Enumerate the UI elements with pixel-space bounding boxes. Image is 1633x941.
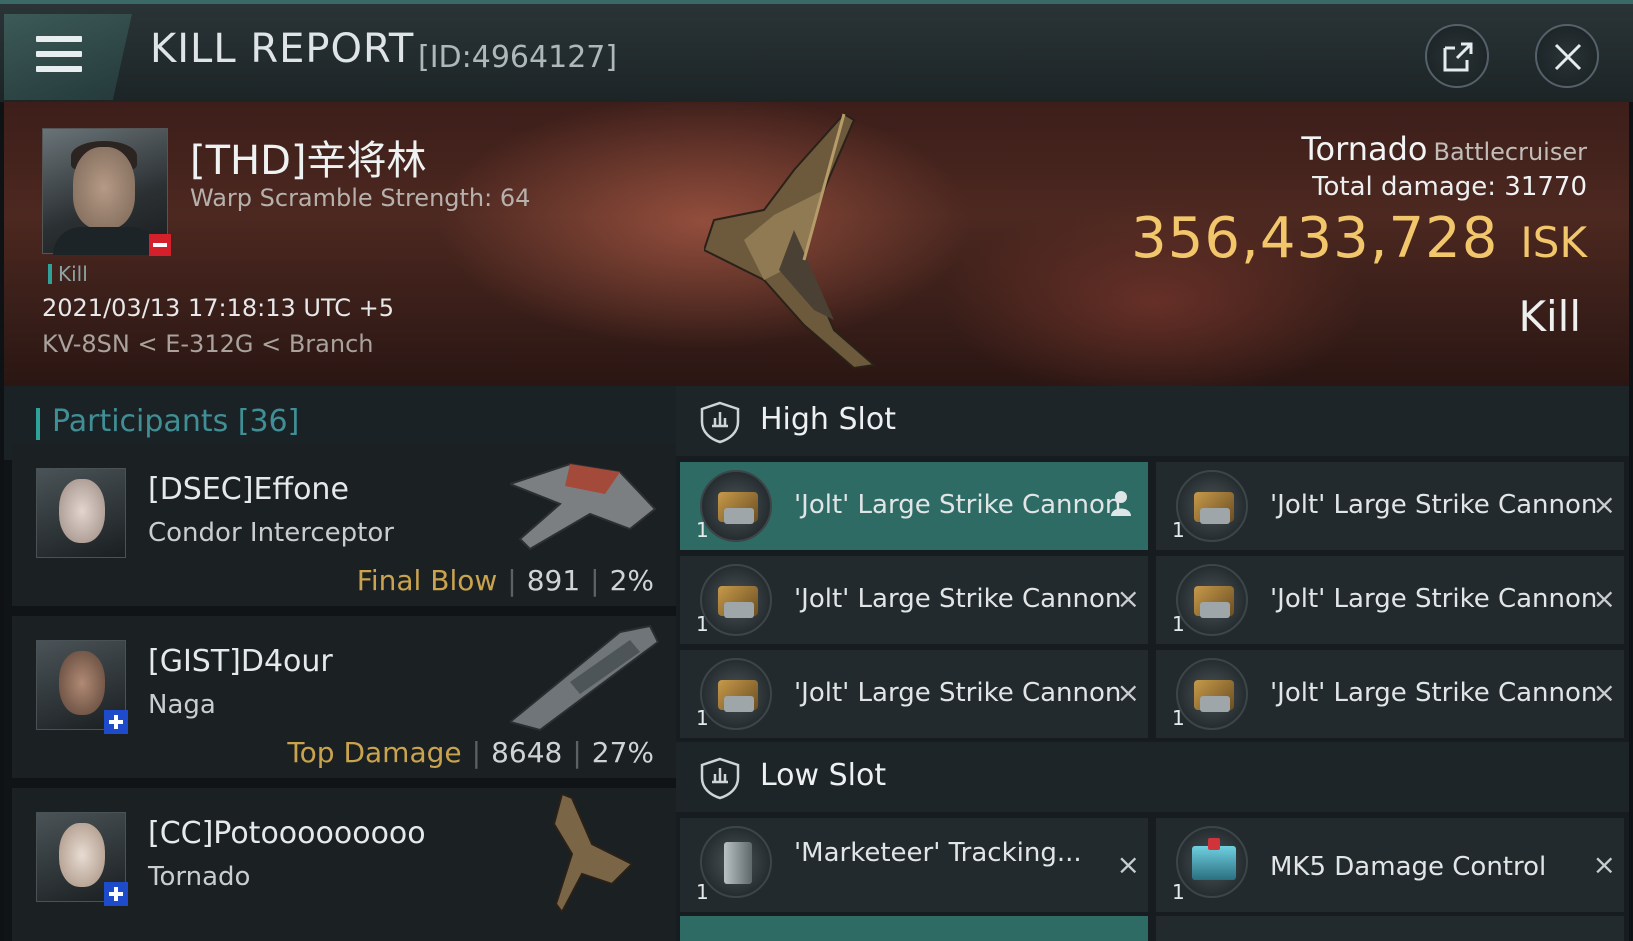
participant-row[interactable]: [CC]Potooooooooo Tornado: [12, 788, 676, 941]
menu-button[interactable]: [4, 14, 132, 100]
participant-damage: 8648: [491, 736, 563, 769]
participant-name[interactable]: [CC]Potooooooooo: [148, 816, 426, 851]
module-item[interactable]: 1 'Jolt' Large Strike Cannon ×: [680, 650, 1148, 738]
shield-slot-icon: [700, 757, 740, 800]
final-blow-tag: Final Blow: [356, 564, 498, 597]
share-button[interactable]: [1425, 24, 1489, 88]
module-quantity: 1: [1172, 612, 1185, 636]
friendly-standing-icon: [104, 710, 128, 734]
module-item[interactable]: 1 'Marketeer' Tracking... ×: [680, 818, 1148, 912]
module-quantity: 1: [1172, 880, 1185, 904]
participant-damage-percent: 2%: [609, 564, 654, 597]
module-name: 'Jolt' Large Strike Cannon: [794, 678, 1122, 708]
kill-timestamp: 2021/03/13 17:18:13 UTC +5: [42, 294, 394, 322]
destroyed-icon: ×: [1116, 676, 1140, 709]
destroyed-icon: ×: [1592, 676, 1616, 709]
module-quantity: 1: [696, 518, 709, 542]
module-quantity: 1: [696, 612, 709, 636]
module-item[interactable]: 1 'Jolt' Large Strike Cannon ×: [1156, 556, 1624, 644]
large-strike-cannon-icon: [700, 470, 772, 542]
report-id: [ID:4964127]: [418, 40, 618, 75]
close-button[interactable]: [1535, 24, 1599, 88]
total-damage-value: 31770: [1504, 172, 1587, 202]
module-name: 'Marketeer' Tracking...: [794, 838, 1082, 868]
participant-row[interactable]: [DSEC]Effone Condor Interceptor Final Bl…: [12, 444, 676, 606]
module-name: 'Jolt' Large Strike Cannon: [1270, 678, 1598, 708]
destroyed-icon: ×: [1592, 848, 1616, 881]
participant-ship: Naga: [148, 690, 216, 720]
participant-ship: Tornado: [148, 862, 251, 892]
isk-unit: ISK: [1520, 218, 1587, 267]
participant-damage: 891: [526, 564, 581, 597]
module-item[interactable]: 1 MK5 Damage Control ×: [1156, 818, 1624, 912]
module-quantity: 1: [1172, 518, 1185, 542]
module-item[interactable]: 1 'Jolt' Large Strike Cannon ×: [680, 556, 1148, 644]
victim-ship-class: Battlecruiser: [1433, 138, 1587, 166]
shield-slot-icon: [700, 401, 740, 444]
module-quantity: 1: [696, 880, 709, 904]
module-quantity: 1: [1172, 706, 1185, 730]
victim-ship-image: [704, 112, 877, 370]
destroyed-icon: ×: [1592, 582, 1616, 615]
person-icon: [1111, 491, 1131, 516]
large-strike-cannon-icon: [700, 564, 772, 636]
participant-row[interactable]: [GIST]D4our Naga Top Damage | 8648 | 27%: [12, 616, 676, 778]
title-bar: KILL REPORT [ID:4964127]: [0, 0, 1633, 102]
avatar[interactable]: [36, 468, 126, 558]
warp-scramble-strength: Warp Scramble Strength: 64: [190, 184, 531, 212]
participants-label: Participants [36]: [52, 404, 300, 439]
friendly-standing-icon: [104, 882, 128, 906]
kill-result: Kill: [1518, 292, 1581, 341]
close-icon: [1554, 43, 1582, 71]
participant-ship-image: [510, 462, 657, 551]
destroyed-icon: ×: [1592, 488, 1616, 521]
low-slot-label: Low Slot: [760, 758, 887, 793]
high-slot-label: High Slot: [760, 402, 896, 437]
isk-value: 356,433,728: [1131, 206, 1499, 271]
page-title: KILL REPORT: [150, 26, 415, 72]
hostile-standing-icon: [149, 234, 171, 256]
module-quantity: 1: [696, 706, 709, 730]
participant-ship-image: [510, 624, 660, 732]
module-item[interactable]: 1 'Jolt' Large Strike Cannon ×: [1156, 650, 1624, 738]
module-item[interactable]: 1 'Jolt' Large Strike Cannon: [680, 462, 1148, 550]
kill-type-tag: Kill: [48, 262, 88, 286]
victim-name[interactable]: [THD]辛将林: [190, 128, 427, 186]
module-name: 'Jolt' Large Strike Cannon: [1270, 490, 1598, 520]
module-item[interactable]: [1156, 916, 1624, 941]
large-strike-cannon-icon: [1176, 658, 1248, 730]
high-slot-header: High Slot: [676, 386, 1629, 456]
participant-ship-image: [552, 794, 634, 914]
destroyed-icon: ×: [1116, 582, 1140, 615]
low-slot-header: Low Slot: [676, 742, 1629, 812]
module-name: 'Jolt' Large Strike Cannon: [1270, 584, 1598, 614]
external-link-icon: [1443, 42, 1473, 72]
victim-ship-name[interactable]: Tornado: [1301, 130, 1427, 168]
participants-panel: Participants [36] [DSEC]Effone Condor In…: [4, 386, 676, 941]
large-strike-cannon-icon: [1176, 470, 1248, 542]
module-name: MK5 Damage Control: [1270, 852, 1547, 882]
participant-name[interactable]: [GIST]D4our: [148, 644, 333, 679]
module-item[interactable]: [680, 916, 1148, 941]
total-damage-label: Total damage:: [1312, 172, 1497, 202]
large-strike-cannon-icon: [1176, 564, 1248, 636]
fitting-panel: High Slot 1 'Jolt' Large Strike Cannon 1…: [676, 386, 1629, 941]
participant-damage-percent: 27%: [591, 736, 654, 769]
top-damage-tag: Top Damage: [287, 736, 462, 769]
damage-control-icon: [1176, 826, 1248, 898]
module-item[interactable]: 1 'Jolt' Large Strike Cannon ×: [1156, 462, 1624, 550]
kill-summary-banner: [THD]辛将林 Warp Scramble Strength: 64 Kill…: [4, 102, 1629, 386]
module-name: 'Jolt' Large Strike Cannon: [794, 490, 1122, 520]
destroyed-icon: ×: [1116, 848, 1140, 881]
large-strike-cannon-icon: [700, 658, 772, 730]
module-name: 'Jolt' Large Strike Cannon: [794, 584, 1122, 614]
participant-name[interactable]: [DSEC]Effone: [148, 472, 349, 507]
tracking-enhancer-icon: [700, 826, 772, 898]
participant-ship: Condor Interceptor: [148, 518, 394, 548]
kill-location[interactable]: KV-8SN < E-312G < Branch: [42, 330, 374, 358]
hamburger-icon: [36, 36, 82, 42]
